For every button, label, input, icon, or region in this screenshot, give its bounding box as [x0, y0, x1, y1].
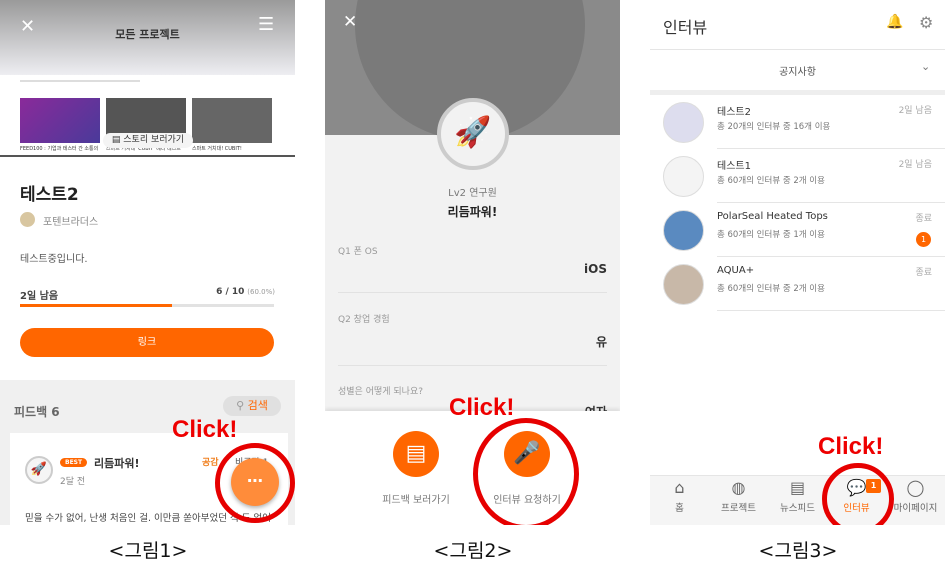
feedback-title: 피드백 6 — [14, 405, 60, 419]
nav-tab[interactable]: ▤ 뉴스피드 — [768, 478, 827, 523]
days-left: 2일 남음 — [20, 291, 59, 302]
screen-user-profile: ✕ 🚀 Lv2 연구원 리듬파워! Q1 폰 OS iOS Q2 창업 경험 유… — [325, 0, 620, 525]
chevron-down-icon: ⌄ — [921, 60, 931, 73]
thumbnail[interactable] — [192, 98, 272, 143]
user-level: Lv2 연구원 — [448, 188, 497, 199]
screen-project-detail: FEED100 : 기업과 테스터 간 소통의 스마트 거치대 'CUBIT' … — [0, 0, 295, 525]
caption: <그림1> — [108, 540, 188, 562]
company-avatar — [20, 212, 35, 227]
project-thumbnail — [663, 264, 704, 305]
interview-list-item[interactable]: 테스트1 총 60개의 인터뷰 중 2개 이용 2일 남음 — [650, 149, 945, 203]
search-button[interactable]: ⚲ 검색 — [223, 396, 281, 416]
rocket-avatar-icon: 🚀 — [437, 98, 509, 170]
rocket-icon: 🚀 — [25, 456, 53, 484]
notice-row[interactable]: 공지사항 ⌄ — [650, 50, 945, 90]
project-thumbnail — [663, 102, 704, 143]
screen-interview-list: 인터뷰 🔔 ⚙ 공지사항 ⌄ 테스트2 총 20개의 인터뷰 중 16개 이용 … — [650, 0, 945, 525]
click-annotation: Click! — [818, 433, 884, 460]
author: 리듬파워! — [94, 457, 140, 470]
globe-icon: ◍ — [731, 478, 746, 497]
user-icon: ◯ — [906, 478, 925, 497]
user-name: 리듬파워! — [447, 205, 498, 219]
nav-tab[interactable]: ◍ 프로젝트 — [709, 478, 768, 523]
project-title: 테스트2 — [20, 185, 79, 205]
notepad-icon[interactable]: ▤ — [393, 431, 439, 477]
highlight-ring — [215, 443, 295, 523]
click-annotation: Click! — [172, 416, 238, 443]
description: 테스트중입니다. — [20, 254, 88, 265]
caption: <그림2> — [433, 540, 513, 562]
page-title: 인터뷰 — [663, 18, 708, 37]
company-name: 포텐브라더스 — [43, 217, 99, 228]
interview-list-item[interactable]: 테스트2 총 20개의 인터뷰 중 16개 이용 2일 남음 — [650, 95, 945, 149]
progress-bar — [20, 304, 274, 307]
caption: <그림3> — [758, 540, 838, 562]
highlight-ring — [822, 463, 894, 525]
nav-tab[interactable]: ⌂ 홈 — [650, 478, 709, 523]
highlight-ring — [473, 418, 579, 525]
gear-icon[interactable]: ⚙ — [919, 13, 933, 32]
project-thumbnail — [663, 210, 704, 251]
header-title: 모든 프로젝트 — [115, 28, 180, 41]
interview-list-item[interactable]: AQUA+ 총 60개의 인터뷰 중 2개 이용 종료 — [650, 257, 945, 311]
best-badge: BEST — [60, 458, 88, 467]
thumbnail[interactable] — [20, 98, 100, 143]
search-icon: ⚲ — [236, 399, 245, 412]
link-button[interactable]: 링크 — [20, 328, 274, 357]
click-annotation: Click! — [449, 394, 515, 421]
close-icon[interactable]: ✕ — [343, 12, 357, 32]
story-button[interactable]: ▤ 스토리 보러가기 — [103, 133, 193, 148]
project-carousel: FEED100 : 기업과 테스터 간 소통의 스마트 거치대 'CUBIT' … — [0, 75, 295, 157]
newspaper-icon: ▤ — [789, 478, 806, 497]
like-button[interactable]: 공감 — [202, 455, 219, 468]
view-feedback-button[interactable]: 피드백 보러가기 — [355, 491, 477, 506]
unread-badge: 1 — [916, 232, 931, 247]
home-icon: ⌂ — [674, 478, 685, 497]
interview-list-item[interactable]: PolarSeal Heated Tops 총 60개의 인터뷰 중 1개 이용… — [650, 203, 945, 257]
bell-icon[interactable]: 🔔 — [886, 14, 903, 30]
nav-tab[interactable]: ◯ 마이페이지 — [886, 478, 945, 523]
project-thumbnail — [663, 156, 704, 197]
